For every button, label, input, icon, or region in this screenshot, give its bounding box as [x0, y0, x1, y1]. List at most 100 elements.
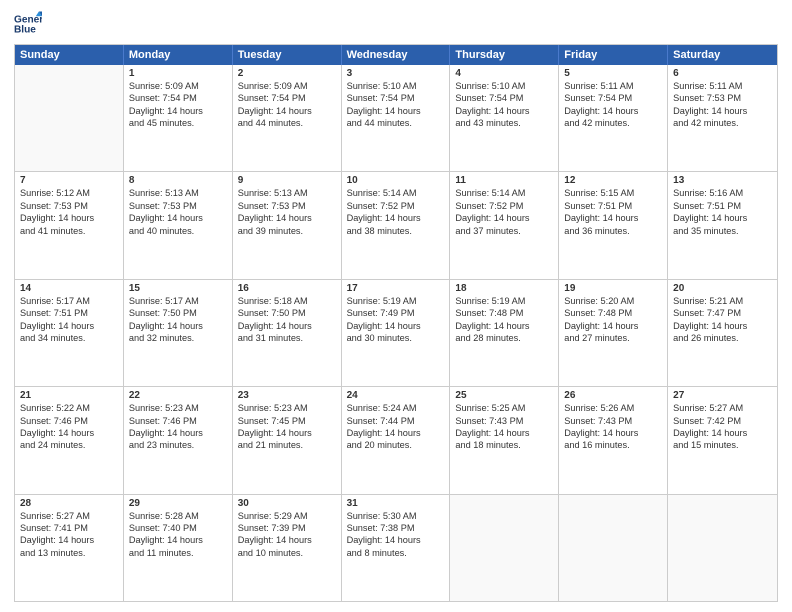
- cell-line: Sunrise: 5:14 AM: [455, 187, 553, 199]
- cell-line: Sunrise: 5:18 AM: [238, 295, 336, 307]
- calendar-cell-r4c5: [559, 495, 668, 601]
- cell-line: Sunset: 7:43 PM: [455, 415, 553, 427]
- cell-line: Daylight: 14 hours: [129, 320, 227, 332]
- cell-line: and 42 minutes.: [564, 117, 662, 129]
- calendar-cell-r2c1: 15Sunrise: 5:17 AMSunset: 7:50 PMDayligh…: [124, 280, 233, 386]
- cell-line: Sunrise: 5:27 AM: [673, 402, 772, 414]
- cell-line: and 21 minutes.: [238, 439, 336, 451]
- cell-line: Daylight: 14 hours: [238, 320, 336, 332]
- logo-icon: General Blue: [14, 10, 42, 38]
- cell-line: Sunrise: 5:11 AM: [564, 80, 662, 92]
- day-number: 18: [455, 283, 553, 294]
- cell-line: Daylight: 14 hours: [347, 105, 445, 117]
- day-number: 13: [673, 175, 772, 186]
- cell-line: Sunrise: 5:17 AM: [20, 295, 118, 307]
- cell-line: Daylight: 14 hours: [455, 212, 553, 224]
- calendar-cell-r3c2: 23Sunrise: 5:23 AMSunset: 7:45 PMDayligh…: [233, 387, 342, 493]
- cell-line: Sunrise: 5:21 AM: [673, 295, 772, 307]
- cell-line: Sunset: 7:45 PM: [238, 415, 336, 427]
- cell-line: and 16 minutes.: [564, 439, 662, 451]
- calendar-header: SundayMondayTuesdayWednesdayThursdayFrid…: [15, 45, 777, 65]
- calendar-cell-r0c5: 5Sunrise: 5:11 AMSunset: 7:54 PMDaylight…: [559, 65, 668, 171]
- cell-line: and 15 minutes.: [673, 439, 772, 451]
- calendar-row-1: 7Sunrise: 5:12 AMSunset: 7:53 PMDaylight…: [15, 171, 777, 278]
- header-cell-monday: Monday: [124, 45, 233, 65]
- cell-line: and 11 minutes.: [129, 547, 227, 559]
- cell-line: Daylight: 14 hours: [455, 105, 553, 117]
- calendar-cell-r0c0: [15, 65, 124, 171]
- cell-line: Daylight: 14 hours: [347, 534, 445, 546]
- calendar-cell-r3c6: 27Sunrise: 5:27 AMSunset: 7:42 PMDayligh…: [668, 387, 777, 493]
- cell-line: Sunset: 7:54 PM: [129, 92, 227, 104]
- cell-line: Sunset: 7:52 PM: [347, 200, 445, 212]
- header-cell-sunday: Sunday: [15, 45, 124, 65]
- cell-line: Sunset: 7:53 PM: [673, 92, 772, 104]
- cell-line: Sunrise: 5:30 AM: [347, 510, 445, 522]
- calendar-cell-r3c3: 24Sunrise: 5:24 AMSunset: 7:44 PMDayligh…: [342, 387, 451, 493]
- cell-line: and 30 minutes.: [347, 332, 445, 344]
- day-number: 27: [673, 390, 772, 401]
- cell-line: and 45 minutes.: [129, 117, 227, 129]
- cell-line: Daylight: 14 hours: [129, 105, 227, 117]
- calendar-cell-r4c3: 31Sunrise: 5:30 AMSunset: 7:38 PMDayligh…: [342, 495, 451, 601]
- day-number: 11: [455, 175, 553, 186]
- cell-line: Daylight: 14 hours: [564, 105, 662, 117]
- calendar-cell-r1c5: 12Sunrise: 5:15 AMSunset: 7:51 PMDayligh…: [559, 172, 668, 278]
- header-cell-friday: Friday: [559, 45, 668, 65]
- cell-line: Sunset: 7:50 PM: [129, 307, 227, 319]
- cell-line: Sunset: 7:44 PM: [347, 415, 445, 427]
- cell-line: Daylight: 14 hours: [347, 320, 445, 332]
- cell-line: and 18 minutes.: [455, 439, 553, 451]
- cell-line: Sunset: 7:40 PM: [129, 522, 227, 534]
- day-number: 17: [347, 283, 445, 294]
- day-number: 15: [129, 283, 227, 294]
- cell-line: and 8 minutes.: [347, 547, 445, 559]
- cell-line: Sunrise: 5:27 AM: [20, 510, 118, 522]
- cell-line: and 24 minutes.: [20, 439, 118, 451]
- cell-line: and 44 minutes.: [238, 117, 336, 129]
- cell-line: Sunset: 7:54 PM: [564, 92, 662, 104]
- calendar-cell-r3c4: 25Sunrise: 5:25 AMSunset: 7:43 PMDayligh…: [450, 387, 559, 493]
- cell-line: Sunrise: 5:23 AM: [129, 402, 227, 414]
- cell-line: Sunset: 7:50 PM: [238, 307, 336, 319]
- day-number: 5: [564, 68, 662, 79]
- cell-line: Sunrise: 5:17 AM: [129, 295, 227, 307]
- cell-line: Sunrise: 5:13 AM: [129, 187, 227, 199]
- day-number: 25: [455, 390, 553, 401]
- cell-line: and 27 minutes.: [564, 332, 662, 344]
- header: General Blue: [14, 10, 778, 38]
- cell-line: Sunset: 7:54 PM: [347, 92, 445, 104]
- day-number: 12: [564, 175, 662, 186]
- cell-line: Sunrise: 5:15 AM: [564, 187, 662, 199]
- calendar-cell-r1c3: 10Sunrise: 5:14 AMSunset: 7:52 PMDayligh…: [342, 172, 451, 278]
- cell-line: Sunrise: 5:09 AM: [238, 80, 336, 92]
- cell-line: Sunset: 7:51 PM: [564, 200, 662, 212]
- cell-line: Sunrise: 5:11 AM: [673, 80, 772, 92]
- cell-line: Daylight: 14 hours: [673, 427, 772, 439]
- day-number: 19: [564, 283, 662, 294]
- cell-line: Daylight: 14 hours: [238, 427, 336, 439]
- cell-line: Sunrise: 5:26 AM: [564, 402, 662, 414]
- cell-line: Daylight: 14 hours: [347, 427, 445, 439]
- day-number: 9: [238, 175, 336, 186]
- day-number: 14: [20, 283, 118, 294]
- calendar-cell-r2c6: 20Sunrise: 5:21 AMSunset: 7:47 PMDayligh…: [668, 280, 777, 386]
- calendar-cell-r4c0: 28Sunrise: 5:27 AMSunset: 7:41 PMDayligh…: [15, 495, 124, 601]
- cell-line: Sunrise: 5:19 AM: [347, 295, 445, 307]
- cell-line: and 35 minutes.: [673, 225, 772, 237]
- cell-line: Daylight: 14 hours: [564, 212, 662, 224]
- cell-line: Sunset: 7:51 PM: [20, 307, 118, 319]
- calendar-cell-r1c6: 13Sunrise: 5:16 AMSunset: 7:51 PMDayligh…: [668, 172, 777, 278]
- cell-line: Sunset: 7:48 PM: [455, 307, 553, 319]
- cell-line: Sunset: 7:49 PM: [347, 307, 445, 319]
- calendar-cell-r0c4: 4Sunrise: 5:10 AMSunset: 7:54 PMDaylight…: [450, 65, 559, 171]
- cell-line: Sunrise: 5:25 AM: [455, 402, 553, 414]
- cell-line: and 28 minutes.: [455, 332, 553, 344]
- cell-line: Daylight: 14 hours: [238, 105, 336, 117]
- calendar-cell-r2c5: 19Sunrise: 5:20 AMSunset: 7:48 PMDayligh…: [559, 280, 668, 386]
- svg-text:Blue: Blue: [14, 25, 36, 36]
- day-number: 23: [238, 390, 336, 401]
- day-number: 10: [347, 175, 445, 186]
- cell-line: Daylight: 14 hours: [455, 320, 553, 332]
- cell-line: Sunset: 7:39 PM: [238, 522, 336, 534]
